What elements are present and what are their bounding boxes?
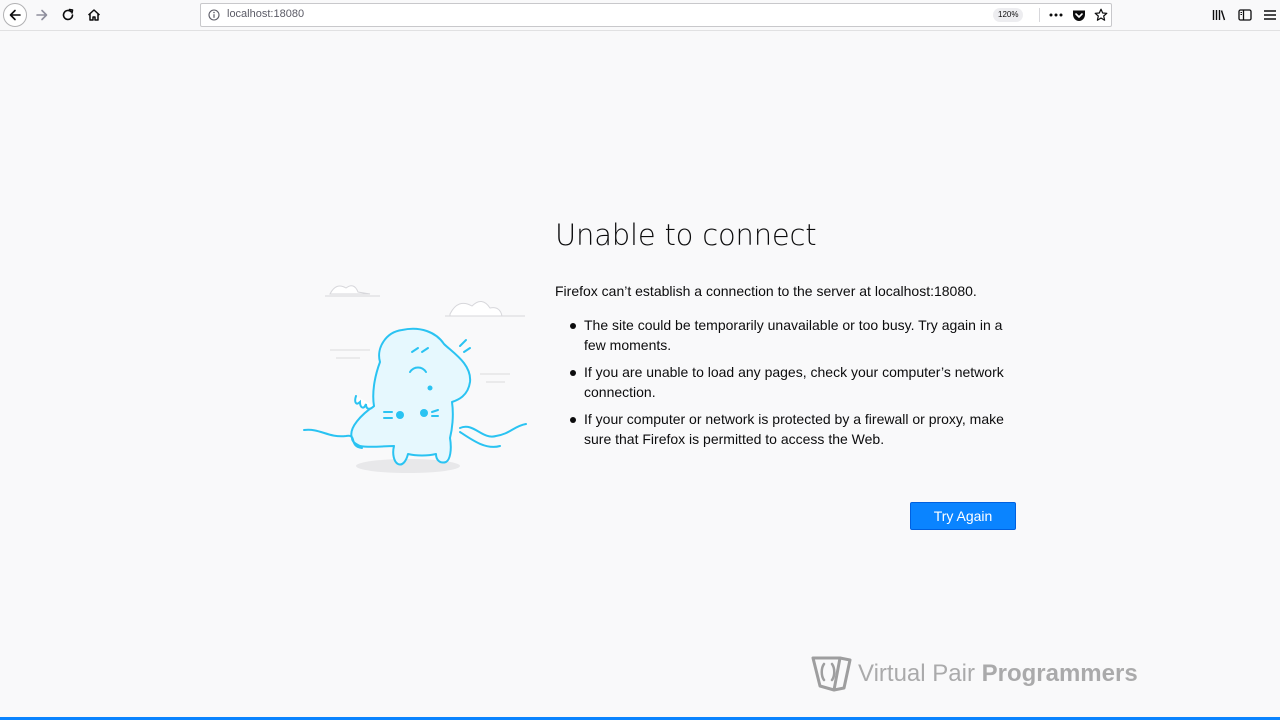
pocket-icon[interactable] xyxy=(1070,6,1088,24)
error-suggestions: The site could be temporarily unavailabl… xyxy=(555,315,1025,449)
watermark-text: Virtual Pair Programmers xyxy=(858,660,1138,687)
reload-icon xyxy=(62,8,74,21)
suggestion-item: If your computer or network is protected… xyxy=(570,409,1025,449)
back-button[interactable] xyxy=(3,3,27,27)
more-dots-icon[interactable] xyxy=(1047,6,1065,24)
home-icon xyxy=(87,9,101,21)
url-bar[interactable]: localhost:18080 120% xyxy=(200,3,1112,27)
home-button[interactable] xyxy=(82,3,106,27)
browser-toolbar: localhost:18080 120% xyxy=(0,0,1280,31)
forward-button[interactable] xyxy=(30,3,54,27)
suggestion-item: The site could be temporarily unavailabl… xyxy=(570,315,1025,355)
back-arrow-icon xyxy=(9,9,21,21)
watermark: Virtual Pair Programmers xyxy=(810,654,1138,694)
url-separator xyxy=(1039,8,1040,22)
reload-button[interactable] xyxy=(56,3,80,27)
error-description: Firefox can’t establish a connection to … xyxy=(555,283,977,299)
error-title: Unable to connect xyxy=(555,218,817,252)
zoom-indicator[interactable]: 120% xyxy=(993,8,1024,22)
unplugged-dinosaur-illustration xyxy=(303,285,527,473)
sidebar-icon[interactable] xyxy=(1236,6,1254,24)
library-icon[interactable] xyxy=(1210,6,1228,24)
url-text[interactable]: localhost:18080 xyxy=(227,8,304,20)
error-content: Unable to connect Firefox can’t establis… xyxy=(555,218,1025,456)
suggestion-item: If you are unable to load any pages, che… xyxy=(570,362,1025,402)
star-icon[interactable] xyxy=(1092,6,1110,24)
hamburger-menu-icon[interactable] xyxy=(1261,6,1279,24)
forward-arrow-icon xyxy=(36,9,48,21)
try-again-button[interactable]: Try Again xyxy=(910,502,1016,530)
watermark-logo xyxy=(811,656,852,692)
info-icon[interactable] xyxy=(207,8,221,22)
